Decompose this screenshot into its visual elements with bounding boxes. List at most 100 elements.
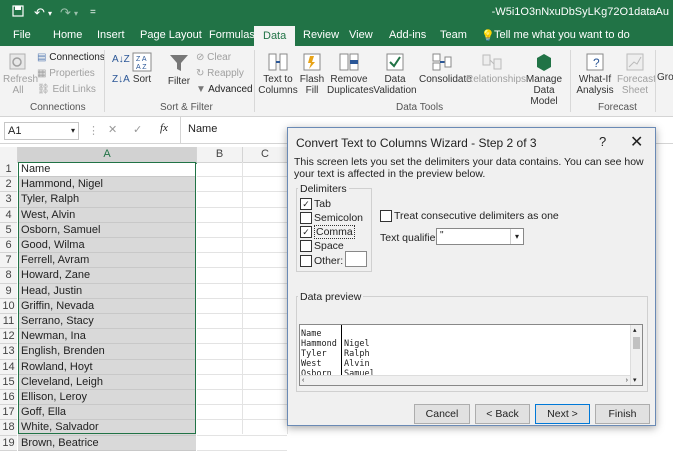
column-header-b[interactable]: B — [197, 147, 243, 163]
tab-view[interactable]: View — [349, 29, 373, 41]
advanced-button[interactable]: ▼ Advanced — [196, 84, 253, 95]
redo-icon[interactable]: ↷ — [60, 5, 71, 21]
text-qualifier-select[interactable]: " ▾ — [436, 228, 524, 245]
cell-a[interactable]: Hammond, Nigel — [18, 177, 196, 192]
scroll-right-icon[interactable]: › — [626, 376, 628, 385]
relationships-button[interactable]: Relationships — [466, 52, 526, 85]
row-header[interactable]: 7 — [0, 253, 17, 268]
row-header[interactable]: 6 — [0, 238, 17, 253]
data-preview-grid[interactable]: Name Hammond Nigel Tyler Ralph West Alvin Osbor… — [299, 324, 643, 386]
insert-function-icon[interactable]: fx — [160, 122, 168, 134]
filter-button[interactable]: Filter — [164, 52, 194, 87]
scroll-thumb[interactable] — [633, 337, 640, 349]
sort-az-icon[interactable]: A↓Z — [112, 54, 130, 65]
flash-fill-button[interactable]: Flash Fill — [299, 52, 325, 96]
connections-button[interactable]: ▤ Connections — [37, 52, 105, 63]
tab-formulas[interactable]: Formulas — [209, 29, 255, 41]
cell-a[interactable]: White, Salvador — [18, 420, 196, 436]
row-header[interactable]: 9 — [0, 284, 17, 299]
help-icon[interactable]: ? — [599, 134, 606, 149]
row-header[interactable]: 17 — [0, 405, 17, 420]
cell-a[interactable]: Ferrell, Avram — [18, 253, 196, 268]
tab-review[interactable]: Review — [303, 29, 339, 41]
other-checkbox[interactable] — [300, 255, 312, 267]
row-header[interactable]: 4 — [0, 208, 17, 223]
name-box[interactable]: A1 ▾ — [4, 122, 79, 140]
tab-page-layout[interactable]: Page Layout — [140, 29, 202, 41]
enter-entry-icon[interactable]: ✓ — [133, 123, 142, 136]
tab-file[interactable]: File — [13, 29, 31, 41]
remove-duplicates-button[interactable]: Remove Duplicates — [327, 52, 374, 96]
properties-button[interactable]: ▦ Properties — [37, 68, 95, 79]
row-header[interactable]: 12 — [0, 329, 17, 344]
tell-me-search[interactable]: Tell me what you want to do — [494, 29, 630, 41]
tab-checkbox[interactable]: ✓ — [300, 198, 312, 210]
row-header[interactable]: 16 — [0, 390, 17, 405]
semicolon-checkbox[interactable] — [300, 212, 312, 224]
row-header[interactable]: 10 — [0, 299, 17, 314]
comma-checkbox[interactable]: ✓ — [300, 226, 312, 238]
consolidate-button[interactable]: Consolidate — [419, 52, 472, 85]
cell-a[interactable]: Ellison, Leroy — [18, 390, 196, 405]
refresh-all-button[interactable]: Refresh All — [3, 52, 38, 96]
name-box-dropdown-icon[interactable]: ▾ — [71, 123, 75, 139]
cell-a[interactable]: Head, Justin — [18, 284, 196, 299]
what-if-analysis-button[interactable]: ? What-If Analysis — [574, 52, 616, 96]
other-delimiter-input[interactable] — [345, 251, 367, 267]
cell-a[interactable]: Howard, Zane — [18, 268, 196, 284]
row-header[interactable]: 2 — [0, 177, 17, 192]
cell-a[interactable]: Rowland, Hoyt — [18, 360, 196, 375]
tab-home[interactable]: Home — [53, 29, 82, 41]
scroll-down-icon[interactable]: ▾ — [633, 376, 637, 384]
finish-button[interactable]: Finish — [595, 404, 650, 424]
treat-consecutive-checkbox[interactable] — [380, 210, 392, 222]
cancel-entry-icon[interactable]: ✕ — [108, 123, 117, 136]
scroll-left-icon[interactable]: ‹ — [302, 376, 304, 385]
save-icon[interactable] — [12, 5, 24, 20]
tab-data[interactable]: Data — [254, 26, 296, 46]
edit-links-button[interactable]: ⛓ Edit Links — [37, 84, 96, 95]
close-icon[interactable]: ✕ — [630, 132, 643, 152]
back-button[interactable]: < Back — [475, 404, 530, 424]
next-button[interactable]: Next > — [535, 404, 590, 424]
redo-dropdown-icon[interactable]: ▾ — [74, 9, 78, 18]
cell-a[interactable]: Good, Wilma — [18, 238, 196, 253]
cell-a[interactable]: Brown, Beatrice — [18, 436, 196, 451]
scroll-up-icon[interactable]: ▴ — [633, 326, 637, 334]
undo-icon[interactable]: ↶ — [34, 5, 45, 21]
horizontal-scrollbar[interactable]: ‹ › — [300, 375, 630, 385]
row-header[interactable]: 14 — [0, 360, 17, 375]
sort-za-icon[interactable]: Z↓A — [112, 74, 130, 85]
row-header[interactable]: 15 — [0, 375, 17, 390]
reapply-button[interactable]: ↻ Reapply — [196, 68, 244, 79]
cell-a[interactable]: Cleveland, Leigh — [18, 375, 196, 390]
row-header[interactable]: 8 — [0, 268, 17, 284]
cell-a[interactable]: Name — [18, 162, 196, 177]
sort-button[interactable]: Z AA Z Sort — [131, 52, 153, 85]
tab-team[interactable]: Team — [440, 29, 467, 41]
forecast-sheet-button[interactable]: Forecast Sheet — [617, 52, 656, 96]
row-header[interactable]: 1 — [0, 162, 17, 177]
clear-button[interactable]: ⊘ Clear — [196, 52, 231, 63]
cell-a[interactable]: Serrano, Stacy — [18, 314, 196, 329]
group-outline-button[interactable]: Gro — [657, 72, 673, 83]
row-header[interactable]: 11 — [0, 314, 17, 329]
row-header[interactable]: 13 — [0, 344, 17, 360]
cell-a[interactable]: West, Alvin — [18, 208, 196, 223]
formula-content[interactable]: Name — [188, 123, 217, 135]
column-header-c[interactable]: C — [243, 147, 288, 163]
tab-insert[interactable]: Insert — [97, 29, 125, 41]
cell-a[interactable]: Osborn, Samuel — [18, 223, 196, 238]
vertical-scrollbar[interactable]: ▴ ▾ — [630, 325, 642, 385]
text-to-columns-button[interactable]: Text to Columns — [258, 52, 298, 96]
row-header[interactable]: 18 — [0, 420, 17, 436]
space-checkbox[interactable] — [300, 240, 312, 252]
row-header[interactable]: 5 — [0, 223, 17, 238]
chevron-down-icon[interactable]: ▾ — [510, 229, 523, 244]
manage-data-model-button[interactable]: Manage Data Model — [520, 52, 568, 107]
cell-a[interactable]: Newman, Ina — [18, 329, 196, 344]
customize-qat-icon[interactable]: = — [90, 7, 96, 18]
row-header[interactable]: 19 — [0, 436, 17, 451]
tab-add-ins[interactable]: Add-ins — [389, 29, 426, 41]
undo-dropdown-icon[interactable]: ▾ — [48, 9, 52, 18]
